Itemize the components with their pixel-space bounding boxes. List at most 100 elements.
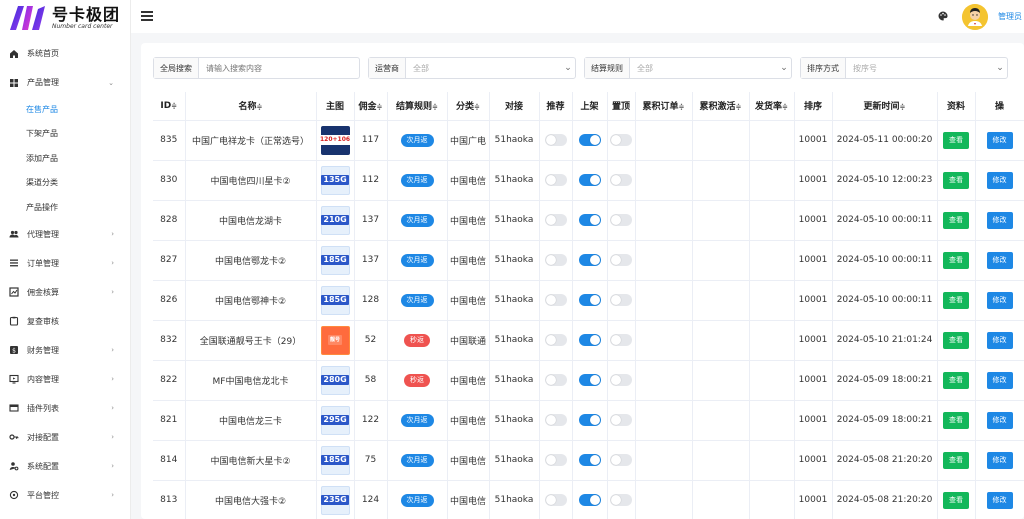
listed-toggle[interactable] [578, 334, 601, 346]
product-thumbnail[interactable]: 120+106 [317, 125, 353, 155]
sidebar-item-1[interactable]: 产品管理 ⌄ [0, 68, 130, 97]
recommend-toggle[interactable] [544, 334, 567, 346]
recommend-toggle[interactable] [544, 374, 567, 386]
edit-button[interactable]: 修改 [986, 411, 1013, 429]
sidebar-item-8[interactable]: 插件列表 › [0, 394, 130, 423]
listed-toggle[interactable] [578, 294, 601, 306]
listed-toggle[interactable] [578, 414, 601, 426]
product-thumbnail[interactable]: 135G [320, 165, 350, 195]
recommend-toggle[interactable] [544, 214, 567, 226]
sort-icon[interactable]: ≑ [432, 103, 438, 111]
sort-icon[interactable]: ≑ [736, 103, 742, 111]
recommend-toggle[interactable] [544, 134, 567, 146]
sidebar-item-6[interactable]: $ 财务管理 › [0, 336, 130, 365]
recommend-toggle[interactable] [544, 254, 567, 266]
pinned-toggle[interactable] [610, 254, 632, 266]
sidebar-item-9[interactable]: 对接配置 › [0, 423, 130, 452]
sidebar-item-0[interactable]: 系统首页 [0, 39, 130, 68]
column-header[interactable]: 发货率≑ [748, 92, 795, 121]
theme-palette-icon[interactable] [938, 11, 948, 21]
recommend-toggle[interactable] [544, 174, 567, 186]
settlement-rule-select[interactable]: 结算规则 全部 ⌄ [584, 57, 792, 79]
product-thumbnail[interactable]: 210G [320, 205, 350, 235]
recommend-toggle[interactable] [544, 414, 567, 426]
listed-toggle[interactable] [578, 254, 601, 266]
view-button[interactable]: 查看 [943, 491, 969, 509]
pinned-toggle[interactable] [610, 334, 632, 346]
column-header[interactable]: 名称≑ [184, 92, 317, 121]
user-name[interactable]: 管理员 [998, 11, 1022, 22]
sidebar-item-3[interactable]: 订单管理 › [0, 249, 130, 278]
user-avatar[interactable] [962, 4, 988, 30]
sidebar-item-10[interactable]: 系统配置 › [0, 452, 130, 481]
edit-button[interactable]: 修改 [986, 291, 1013, 309]
global-search-input[interactable] [199, 63, 359, 73]
edit-button[interactable]: 修改 [986, 371, 1013, 389]
edit-button[interactable]: 修改 [986, 451, 1013, 469]
product-thumbnail[interactable]: 185G [320, 245, 350, 275]
sidebar-subitem-0[interactable]: 在售产品 [0, 97, 130, 122]
column-header[interactable]: 累积订单≑ [634, 92, 693, 121]
view-button[interactable]: 查看 [943, 251, 969, 269]
recommend-toggle[interactable] [544, 294, 567, 306]
sort-icon[interactable]: ≑ [679, 103, 685, 111]
listed-toggle[interactable] [578, 454, 601, 466]
listed-toggle[interactable] [578, 374, 601, 386]
view-button[interactable]: 查看 [943, 451, 969, 469]
recommend-toggle[interactable] [544, 454, 567, 466]
column-header[interactable]: 分类≑ [446, 92, 490, 121]
product-thumbnail[interactable]: 295G [320, 405, 350, 435]
product-thumbnail[interactable]: 靓号 [320, 325, 350, 355]
edit-button[interactable]: 修改 [986, 331, 1013, 349]
sort-icon[interactable]: ≑ [171, 102, 177, 110]
column-header[interactable]: 更新时间≑ [831, 92, 938, 121]
pinned-toggle[interactable] [610, 374, 632, 386]
product-thumbnail[interactable]: 185G [320, 445, 350, 475]
sort-icon[interactable]: ≑ [257, 103, 263, 111]
pinned-toggle[interactable] [610, 214, 632, 226]
listed-toggle[interactable] [578, 174, 601, 186]
column-header[interactable]: ID≑ [153, 92, 186, 121]
sidebar-item-5[interactable]: 复查审核 [0, 307, 130, 336]
pinned-toggle[interactable] [610, 294, 632, 306]
view-button[interactable]: 查看 [943, 371, 969, 389]
pinned-toggle[interactable] [610, 494, 632, 506]
view-button[interactable]: 查看 [943, 411, 969, 429]
column-header[interactable]: 结算规则≑ [386, 92, 448, 121]
listed-toggle[interactable] [578, 494, 601, 506]
pinned-toggle[interactable] [610, 454, 632, 466]
sort-icon[interactable]: ≑ [900, 103, 906, 111]
sort-icon[interactable]: ≑ [782, 103, 788, 111]
sort-icon[interactable]: ≑ [377, 103, 383, 111]
pinned-toggle[interactable] [610, 414, 632, 426]
edit-button[interactable]: 修改 [986, 211, 1013, 229]
view-button[interactable]: 查看 [943, 131, 969, 149]
edit-button[interactable]: 修改 [986, 251, 1013, 269]
view-button[interactable]: 查看 [943, 171, 969, 189]
sidebar-item-4[interactable]: 佣金核算 › [0, 278, 130, 307]
operator-select[interactable]: 运营商 全部 ⌄ [368, 57, 576, 79]
edit-button[interactable]: 修改 [986, 491, 1013, 509]
product-thumbnail[interactable]: 185G [320, 285, 350, 315]
sidebar-item-11[interactable]: 平台管控 › [0, 481, 130, 510]
sidebar-item-7[interactable]: 内容管理 › [0, 365, 130, 394]
column-header[interactable]: 佣金≑ [353, 92, 388, 121]
sidebar-subitem-3[interactable]: 渠道分类 [0, 171, 130, 196]
sidebar-item-2[interactable]: 代理管理 › [0, 220, 130, 249]
listed-toggle[interactable] [578, 214, 601, 226]
view-button[interactable]: 查看 [943, 211, 969, 229]
column-header[interactable]: 累积激活≑ [691, 92, 750, 121]
sidebar-subitem-2[interactable]: 添加产品 [0, 146, 130, 171]
recommend-toggle[interactable] [544, 494, 567, 506]
view-button[interactable]: 查看 [943, 331, 969, 349]
sidebar-subitem-4[interactable]: 产品操作 [0, 195, 130, 220]
listed-toggle[interactable] [578, 134, 601, 146]
edit-button[interactable]: 修改 [986, 171, 1013, 189]
logo[interactable]: 号卡极团 Number card center [0, 0, 130, 36]
view-button[interactable]: 查看 [943, 291, 969, 309]
pinned-toggle[interactable] [610, 134, 632, 146]
product-thumbnail[interactable]: 280G [320, 365, 350, 395]
product-thumbnail[interactable]: 235G [320, 485, 350, 515]
sort-icon[interactable]: ≑ [474, 103, 480, 111]
sidebar-subitem-1[interactable]: 下架产品 [0, 122, 130, 147]
